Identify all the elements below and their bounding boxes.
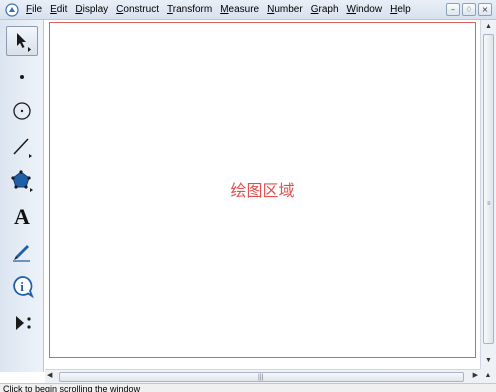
menu-measure[interactable]: Measure [216, 2, 263, 18]
menu-construct[interactable]: Construct [112, 2, 163, 18]
menu-bar: File Edit Display Construct Transform Me… [0, 0, 496, 20]
menu-transform[interactable]: Transform [163, 2, 216, 18]
scroll-corner-icon[interactable]: ▲ [480, 369, 496, 383]
arrow-tool[interactable] [6, 26, 38, 56]
menu-edit[interactable]: Edit [46, 2, 71, 18]
custom-tool[interactable] [6, 308, 38, 338]
pen-icon [10, 239, 34, 263]
svg-text:i: i [20, 279, 24, 294]
close-button[interactable]: × [478, 3, 492, 16]
toolbox: A i [0, 20, 44, 372]
scroll-down-icon[interactable]: ▼ [481, 355, 496, 367]
status-bar: Click to begin scrolling the window [0, 383, 496, 392]
menu-number[interactable]: Number [263, 2, 307, 18]
window-controls: – ♢ × [446, 3, 492, 16]
horizontal-scrollbar[interactable]: ◀ ||| ▶ [45, 369, 480, 383]
custom-tools-icon [10, 311, 34, 335]
text-tool[interactable]: A [6, 202, 38, 232]
vertical-scroll-thumb[interactable]: ≡ [483, 34, 494, 344]
menu-window[interactable]: Window [343, 2, 387, 18]
drawing-area-label: 绘图区域 [230, 181, 295, 200]
grip-icon: ||| [258, 374, 264, 381]
point-icon [11, 64, 33, 86]
arrow-select-icon [11, 30, 33, 52]
point-tool[interactable] [6, 60, 38, 90]
scroll-left-icon[interactable]: ◀ [47, 371, 52, 379]
line-icon [10, 135, 34, 159]
marker-tool[interactable] [6, 236, 38, 266]
menu-help[interactable]: Help [386, 2, 415, 18]
pentagon-icon [10, 169, 34, 193]
app-icon[interactable] [5, 2, 19, 17]
compass-tool[interactable] [6, 96, 38, 126]
minimize-button[interactable]: – [446, 3, 460, 16]
menu-display[interactable]: Display [71, 2, 112, 18]
polygon-tool[interactable] [6, 166, 38, 196]
text-a-icon: A [14, 204, 30, 229]
scroll-up-icon[interactable]: ▲ [481, 22, 496, 32]
straightedge-tool[interactable] [6, 132, 38, 162]
menu-graph[interactable]: Graph [307, 2, 343, 18]
drawing-area[interactable]: 绘图区域 [49, 22, 476, 358]
vertical-scrollbar[interactable]: ▲ ≡ ▼ [480, 20, 496, 369]
sketch-canvas[interactable]: 绘图区域 [45, 20, 480, 369]
restore-button[interactable]: ♢ [462, 3, 476, 16]
information-tool[interactable]: i [6, 272, 38, 302]
info-icon: i [10, 275, 34, 299]
grip-icon: ≡ [487, 201, 491, 207]
circle-icon [11, 100, 33, 122]
horizontal-scroll-thumb[interactable]: ||| [59, 372, 464, 382]
scroll-right-icon[interactable]: ▶ [473, 371, 478, 379]
menu-file[interactable]: File [22, 2, 46, 18]
